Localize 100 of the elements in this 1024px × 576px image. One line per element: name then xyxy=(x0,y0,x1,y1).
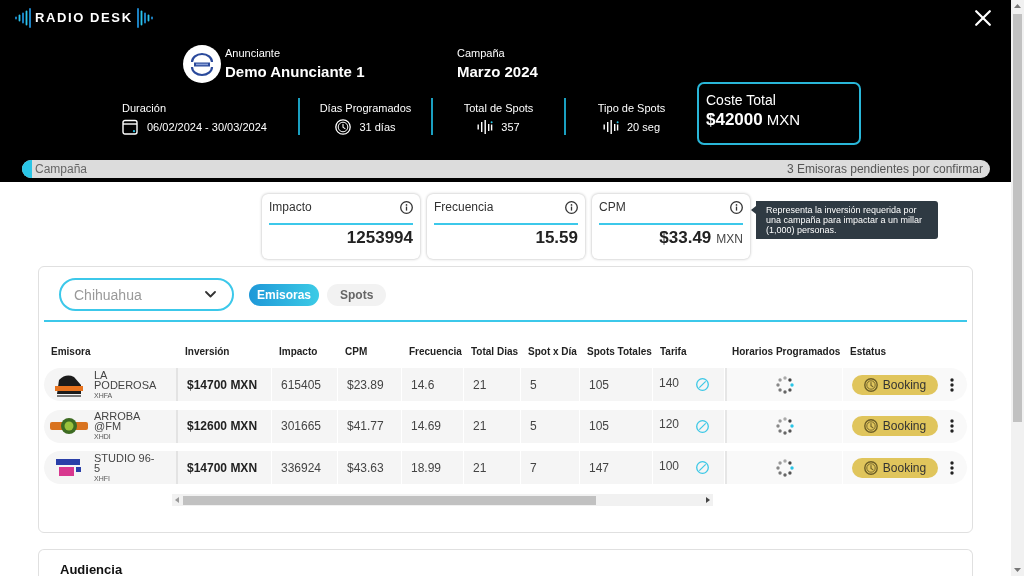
field-label: Campaña xyxy=(457,46,506,60)
rate-value: 120 xyxy=(659,417,680,431)
metric-label: Impacto xyxy=(269,200,312,214)
station-name: LA PODEROSA xyxy=(94,369,158,390)
stat-label: Tipo de Spots xyxy=(596,102,667,115)
table-cell: 336924 xyxy=(272,451,338,484)
stat-value: 31 días xyxy=(359,120,396,134)
stat-value: 06/02/2024 - 30/03/2024 xyxy=(147,120,267,134)
loading-spinner-icon xyxy=(775,458,794,477)
rate-value: 100 xyxy=(659,458,680,473)
clock-icon xyxy=(863,419,878,433)
stat-value: 357 xyxy=(501,120,520,134)
brand-name: RADIO DESK xyxy=(35,10,133,26)
table-cell: 7 xyxy=(521,451,580,484)
progress-note: 3 Emisoras pendientes por confirmar xyxy=(786,162,983,176)
column-header: Emisora xyxy=(50,345,92,359)
table-cell: 21 xyxy=(464,409,521,443)
clock-icon xyxy=(863,377,878,392)
sound-bars-icon xyxy=(477,120,494,134)
horizontal-scrollbar[interactable] xyxy=(172,494,713,506)
cost-amount: $42000 xyxy=(706,110,763,130)
stat-label: Total de Spots xyxy=(462,102,535,115)
kebab-menu-icon[interactable] xyxy=(950,460,954,475)
progress-label: Campaña xyxy=(35,162,88,176)
table-cell: 21 xyxy=(464,368,521,401)
station-name: ARROBA @FM xyxy=(94,411,141,431)
column-header: Impacto xyxy=(278,345,319,359)
table-cell: $14700 MXN xyxy=(178,451,272,484)
cost-currency: MXN xyxy=(766,110,801,130)
vertical-scrollbar[interactable] xyxy=(1011,0,1024,576)
table-cell: 147 xyxy=(580,451,653,484)
clock-icon xyxy=(335,119,352,135)
campaign-name: Marzo 2024 xyxy=(457,62,538,81)
section-title: Audiencia xyxy=(60,562,123,576)
scroll-down-arrow-icon[interactable] xyxy=(1014,568,1021,572)
tab[interactable]: Spots xyxy=(327,283,387,306)
rate-value: 140 xyxy=(659,375,680,390)
metric-value: $33.49 xyxy=(659,228,712,248)
status-label: Booking xyxy=(882,460,927,475)
table-cell: 18.99 xyxy=(402,451,464,484)
region-dropdown[interactable]: Chihuahua xyxy=(59,278,234,311)
stat-label: Días Programados xyxy=(318,102,413,115)
station-name: STUDIO 96-5 xyxy=(94,452,156,473)
loading-spinner-icon xyxy=(775,375,794,394)
column-header: Tarifa xyxy=(659,345,688,359)
table-cell: 21 xyxy=(464,451,521,484)
table-cell: 615405 xyxy=(272,368,338,401)
status-label: Booking xyxy=(882,419,927,433)
loading-spinner-icon xyxy=(775,417,794,435)
advertiser-logo-icon xyxy=(183,44,221,83)
table-cell: 5 xyxy=(521,409,580,443)
kebab-menu-icon[interactable] xyxy=(950,419,954,433)
scrollbar-thumb[interactable] xyxy=(183,495,596,505)
info-icon[interactable] xyxy=(400,200,413,214)
column-header: Horarios Programados xyxy=(731,345,842,359)
table-cell: $12600 MXN xyxy=(178,409,272,443)
clock-icon xyxy=(863,460,878,475)
sound-wave-icon xyxy=(15,8,31,28)
metric-value: 15.59 xyxy=(535,228,578,248)
field-label: Anunciante xyxy=(225,46,282,60)
close-icon[interactable] xyxy=(975,10,991,26)
tooltip: Representa la inversión requerida por una campaña para impactar a un millar (1,000) personas. xyxy=(751,201,938,239)
calendar-icon xyxy=(122,119,138,135)
sound-wave-icon xyxy=(136,8,153,28)
sound-bars-icon xyxy=(603,120,619,134)
table-cell: 301665 xyxy=(272,409,338,443)
info-icon[interactable] xyxy=(730,200,743,214)
column-header: Frecuencia xyxy=(408,345,463,359)
table-cell: $14700 MXN xyxy=(178,368,272,401)
table-cell: 14.6 xyxy=(402,368,464,401)
tab[interactable]: Emisoras xyxy=(249,283,320,306)
column-header: Total Dias xyxy=(470,345,520,359)
table-cell: 105 xyxy=(580,409,653,443)
scroll-up-arrow-icon[interactable] xyxy=(1014,4,1021,8)
metric-label: CPM xyxy=(599,200,626,214)
table-cell: $43.63 xyxy=(338,451,402,484)
stat-label: Duración xyxy=(122,102,168,115)
column-header: Spot x Día xyxy=(527,345,578,359)
scroll-left-arrow-icon[interactable] xyxy=(175,497,179,503)
scrollbar-thumb[interactable] xyxy=(1013,14,1022,422)
stat-value: 20 seg xyxy=(627,120,660,134)
status-label: Booking xyxy=(882,377,927,392)
metric-value: 1253994 xyxy=(346,228,413,248)
advertiser-name: Demo Anunciante 1 xyxy=(225,62,365,81)
column-header: Estatus xyxy=(849,345,888,359)
scroll-right-arrow-icon[interactable] xyxy=(706,497,710,503)
table-cell: 14.69 xyxy=(402,409,464,443)
cost-label: Coste Total xyxy=(706,92,777,108)
column-header: Spots Totales xyxy=(586,345,653,359)
metric-unit: MXN xyxy=(716,232,743,246)
info-icon[interactable] xyxy=(565,200,578,214)
table-cell: 105 xyxy=(580,368,653,401)
column-header: CPM xyxy=(344,345,369,359)
kebab-menu-icon[interactable] xyxy=(950,377,954,392)
metric-label: Frecuencia xyxy=(434,200,494,214)
table-cell: 5 xyxy=(521,368,580,401)
table-cell: $23.89 xyxy=(338,368,402,401)
chevron-down-icon xyxy=(205,291,216,298)
table-cell: $41.77 xyxy=(338,409,402,443)
column-header: Inversión xyxy=(184,345,231,359)
